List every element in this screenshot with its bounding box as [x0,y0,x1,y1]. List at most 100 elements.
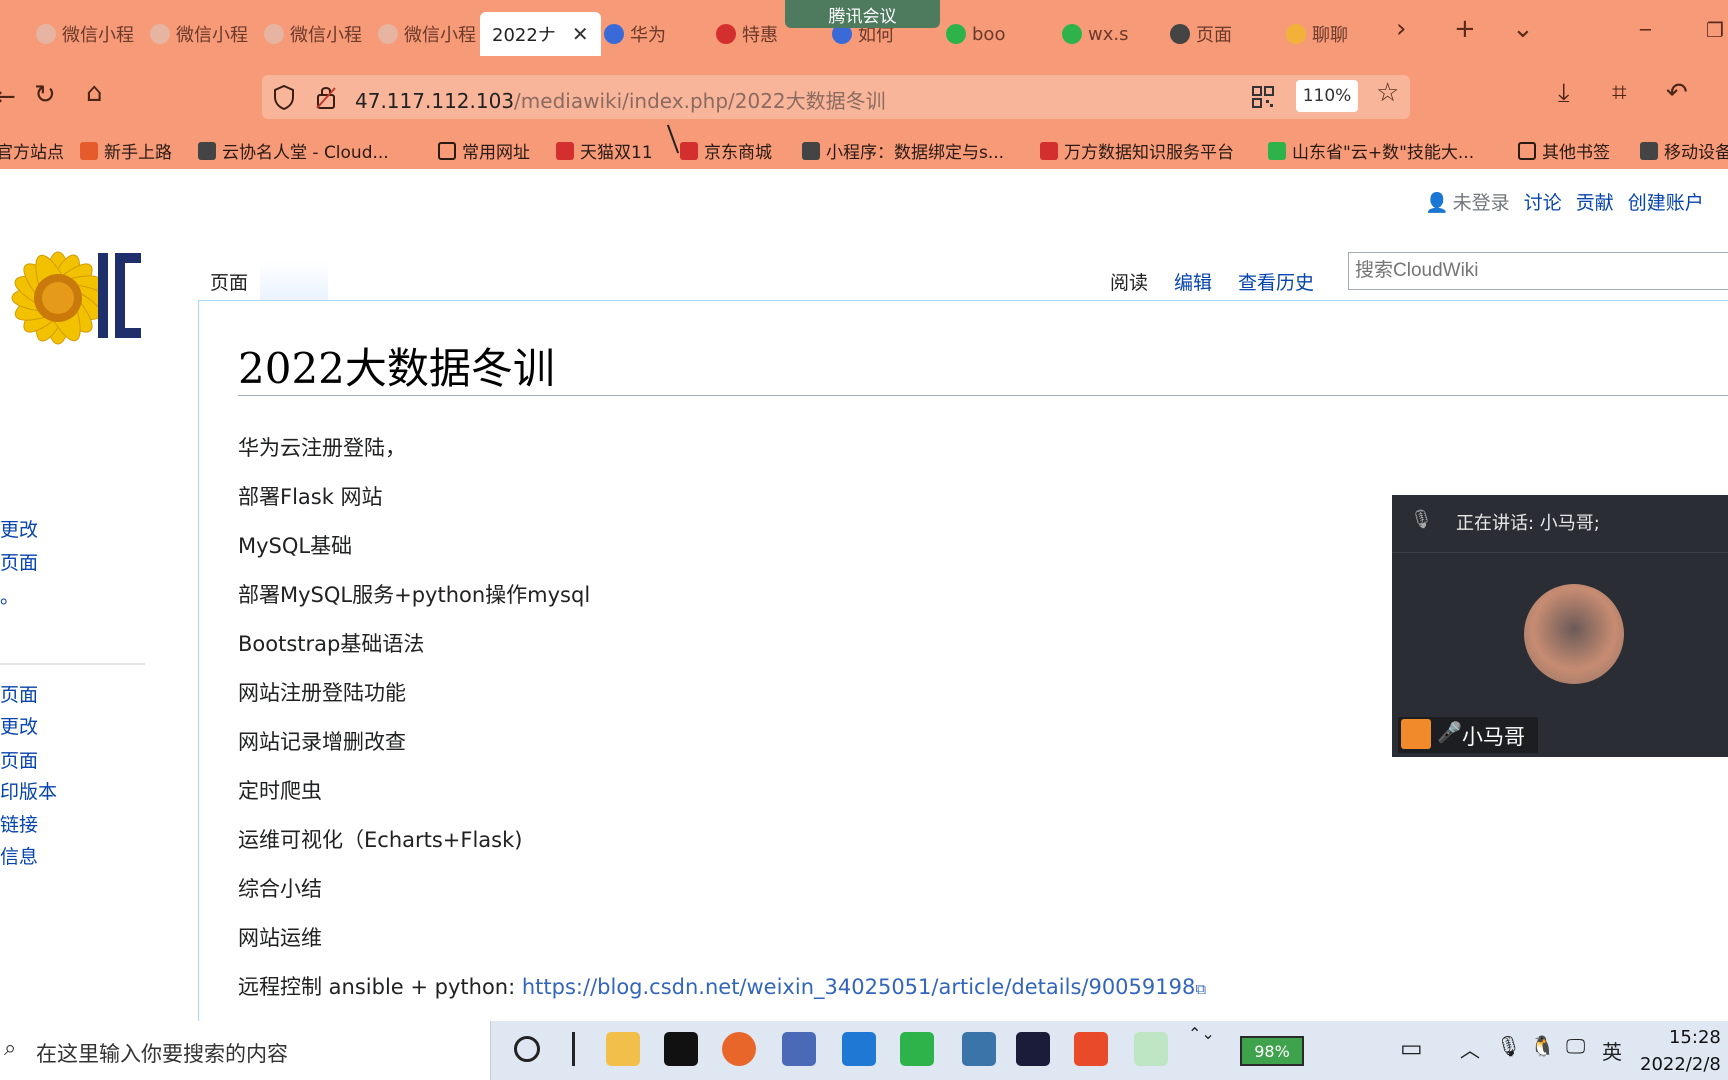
browser-tab[interactable]: 2022ナ ✕ [480,12,601,56]
bookmark-item[interactable]: 官方站点 [0,138,64,163]
tab-history[interactable]: 查看历史 [1238,268,1314,295]
download-icon[interactable]: ⤓ [1558,78,1570,109]
bookmark-item[interactable]: 云协名人堂 - Cloud... [198,138,389,163]
external-link[interactable]: https://blog.csdn.net/weixin_34025051/ar… [522,975,1195,999]
home-icon[interactable]: ⌂ [86,78,103,108]
sidebar-link[interactable]: 更改 [0,515,38,542]
bookmark-item[interactable]: 其他书签 [1518,138,1610,163]
bookmark-favicon-icon [1040,141,1058,160]
cortana-icon[interactable] [514,1036,540,1062]
bookmark-label: 移动设备 [1664,143,1728,163]
bookmark-item[interactable]: 常用网址 [438,138,530,163]
browser-tab[interactable]: 微信小程 [378,12,476,56]
sidebar-link[interactable]: 页面 [0,548,38,575]
folder-icon [438,141,456,160]
hbuilder-icon[interactable] [900,1032,934,1066]
bookmark-item[interactable]: 万方数据知识服务平台 [1040,138,1234,163]
create-account-link[interactable]: 创建账户 [1628,192,1704,214]
remote-desktop-icon[interactable] [782,1032,816,1066]
taskbar-search-placeholder: 在这里输入你要搜索的内容 [36,1042,288,1066]
show-hidden-icons[interactable]: ︿ [1460,1034,1480,1063]
tab-page[interactable]: 页面 [210,268,248,295]
zoom-level-button[interactable]: 110% [1296,80,1358,112]
contributions-link[interactable]: 贡献 [1576,192,1614,214]
wechat-devtools-icon[interactable] [1134,1032,1168,1066]
network-icon[interactable]: 🖵 [1566,1034,1585,1058]
sunflower-logo[interactable] [0,218,170,378]
participant-mic-icon: 🎤 [1437,720,1462,744]
tab-edit[interactable]: 编辑 [1174,268,1212,295]
sidebar-link[interactable]: 页面 [0,746,38,773]
task-view-icon[interactable] [572,1032,575,1066]
firefox-icon[interactable] [722,1032,756,1066]
url-text[interactable]: 47.117.112.103/mediawiki/index.php/2022大… [355,85,886,114]
article-item-prefix: 远程控制 ansible + python: [238,975,522,999]
meeting-indicator[interactable]: 腾讯会议 [785,0,940,28]
battery-indicator[interactable]: 98% [1240,1036,1304,1066]
talk-link[interactable]: 讨论 [1524,192,1562,214]
restore-window-icon[interactable]: ❐ [1706,18,1724,42]
bookmark-favicon-icon [556,141,574,160]
tab-scroll-right-icon[interactable]: › [1396,14,1406,44]
tab-close-icon[interactable]: ✕ [572,22,589,46]
bookmark-label: 云协名人堂 - Cloud... [222,143,389,163]
crop-icon[interactable]: ⌗ [1612,78,1627,109]
bookmark-label: 常用网址 [462,143,530,163]
clock-time: 15:28 [1668,1027,1721,1048]
bookmark-item[interactable]: 京东商城 [680,138,772,163]
tab-list-icon[interactable]: ⌄ [1512,14,1534,44]
microphone-tray-icon[interactable]: 🎙 [1496,1034,1521,1058]
bookmark-item[interactable]: 天猫双11 [556,138,653,163]
search-input[interactable] [1348,252,1728,290]
vscode-icon[interactable] [842,1032,876,1066]
terminal-icon[interactable] [664,1032,698,1066]
undo-icon[interactable]: ↶ [1666,78,1688,108]
bookmark-star-icon[interactable]: ☆ [1376,78,1399,108]
sidebar-link[interactable]: 页面 [0,680,38,707]
reload-icon[interactable]: ↻ [34,80,56,110]
browser-tab[interactable]: wx.s [1062,12,1128,56]
qq-tray-icon[interactable]: 🐧 [1530,1034,1555,1058]
qr-code-icon[interactable] [1252,86,1274,108]
sidebar-link[interactable]: 印版本 [0,777,57,804]
tab-label: 特惠 [742,25,778,46]
tab-read[interactable]: 阅读 [1110,268,1148,295]
tab-label: 微信小程 [62,25,134,46]
action-center-icon[interactable]: ▭ [1400,1034,1423,1062]
back-icon[interactable]: ← [0,82,16,112]
browser-tab[interactable]: 页面 [1170,12,1232,56]
shield-icon[interactable] [273,84,295,110]
intellij-icon[interactable] [1016,1032,1050,1066]
sidebar-link[interactable]: 链接 [0,810,38,837]
browser-tab[interactable]: 微信小程 [264,12,362,56]
bookmark-item[interactable]: 移动设备 [1640,138,1728,163]
sidebar-link[interactable]: 信息 [0,842,38,869]
external-link-icon: ⧉ [1195,980,1207,998]
new-tab-button[interactable]: + [1454,14,1476,44]
file-explorer-icon[interactable] [606,1032,640,1066]
browser-tab[interactable]: 聊聊 [1286,12,1348,56]
participant-user-icon [1401,719,1431,749]
tab-favicon-icon [1062,24,1082,44]
bookmark-item[interactable]: 小程序：数据绑定与s... [802,138,1004,163]
minimize-window-icon[interactable]: ─ [1640,20,1651,41]
browser-tab[interactable]: boo [946,12,1005,56]
wps-icon[interactable] [1074,1032,1108,1066]
bookmark-item[interactable]: 山东省"云+数"技能大... [1268,138,1474,163]
browser-tab[interactable]: 微信小程 [36,12,134,56]
tab-favicon-icon [36,24,56,44]
ime-indicator[interactable]: 英 [1602,1036,1622,1065]
browser-tab[interactable]: 微信小程 [150,12,248,56]
sidebar-link[interactable]: 更改 [0,712,38,739]
bookmark-item[interactable]: 新手上路 [80,138,172,163]
mic-icon: 🎙 [1410,509,1433,530]
browser-tab[interactable]: 特惠 [716,12,778,56]
lock-icon[interactable] [315,84,337,110]
browser-tab[interactable]: 华为 [604,12,666,56]
article-list-item: 部署Flask 网站 [238,485,383,509]
system-clock[interactable]: 15:28 2022/2/8 [1640,1024,1721,1078]
python-icon[interactable] [962,1032,996,1066]
sidebar-link[interactable]: 。 [0,582,19,609]
taskbar-scroll-icon[interactable]: ⌃⌄ [1188,1024,1215,1043]
tab-label: 聊聊 [1312,25,1348,46]
